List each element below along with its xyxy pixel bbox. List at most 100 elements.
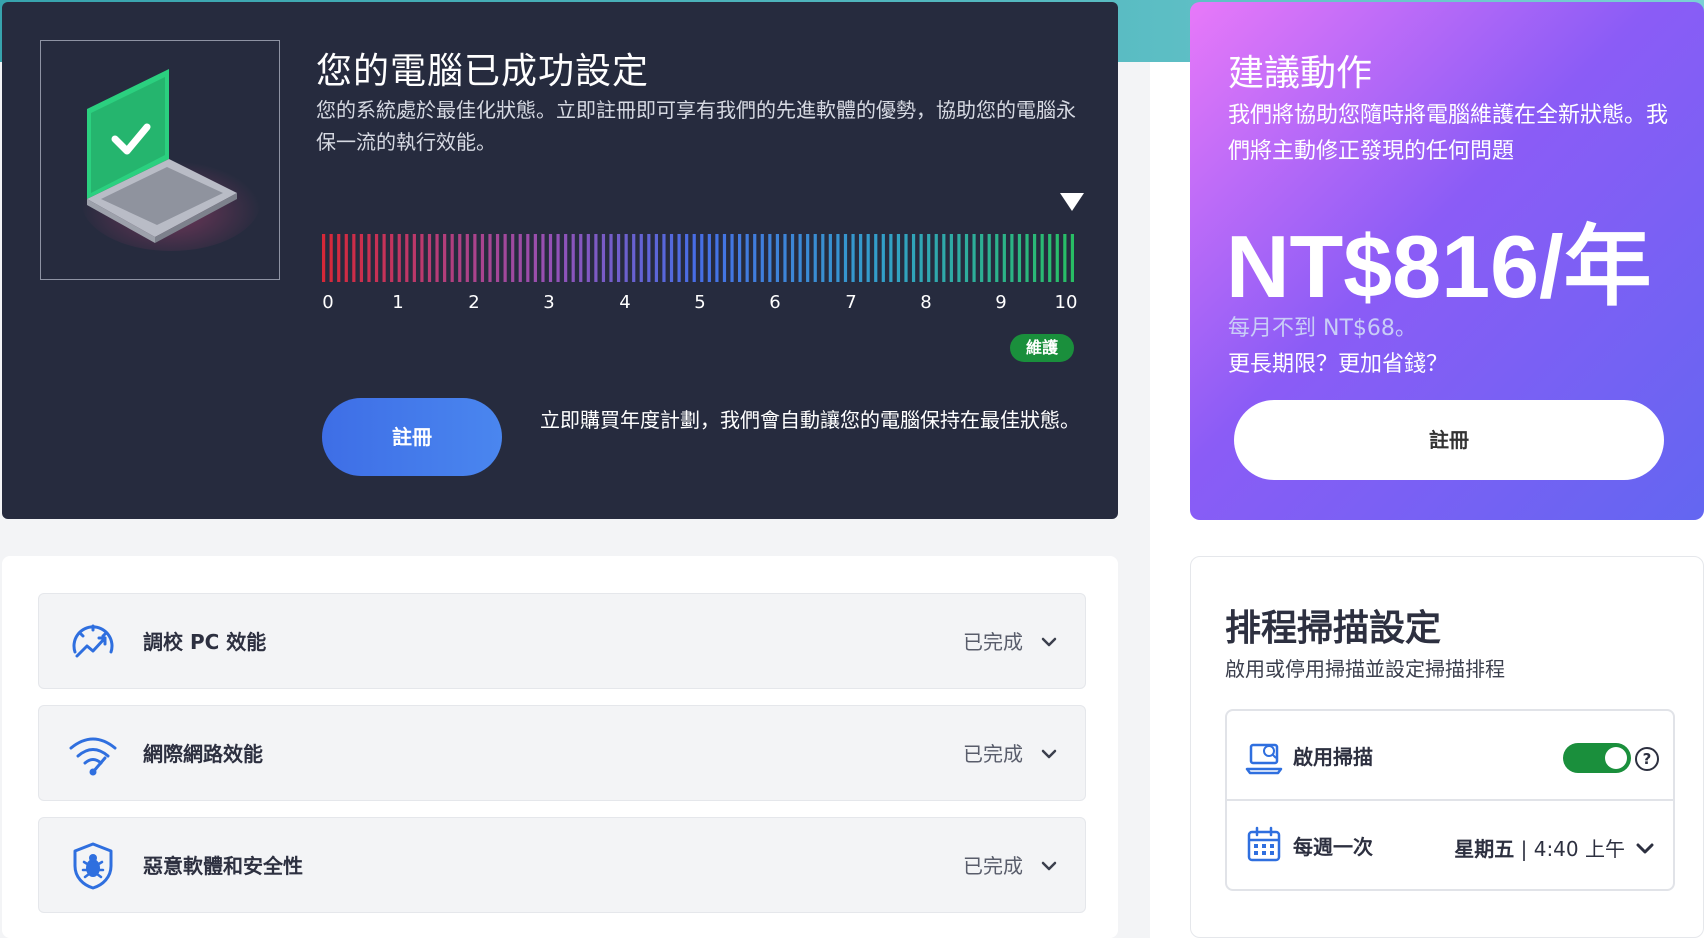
gauge-segment xyxy=(420,234,424,282)
gauge-segment xyxy=(972,234,976,282)
gauge-segment xyxy=(458,234,462,282)
gauge-segment xyxy=(1032,234,1037,282)
gauge-segment xyxy=(367,234,371,282)
shield-bug-icon xyxy=(73,842,113,890)
gauge-position-marker xyxy=(1060,193,1084,211)
gauge-segment xyxy=(821,234,825,282)
schedule-time-select[interactable]: 星期五 | 4:40 上午 xyxy=(1454,833,1625,862)
gauge-segment xyxy=(526,234,530,282)
gauge-segment xyxy=(495,234,500,282)
gauge-segment xyxy=(337,234,341,282)
gauge-segment xyxy=(647,234,651,282)
gauge-segment xyxy=(677,234,681,282)
gauge-tick-label: 8 xyxy=(920,292,932,313)
gauge-segment xyxy=(654,234,658,282)
gauge-segment xyxy=(874,234,878,282)
schedule-day: 星期五 xyxy=(1454,837,1515,861)
register-button[interactable]: 註冊 xyxy=(322,398,502,476)
recommended-action-card: 建議動作 我們將協助您隨時將電腦維護在全新狀態。我們將主動修正發現的任何問題 N… xyxy=(1190,2,1704,520)
gauge-tick-label: 4 xyxy=(619,292,631,313)
gauge-segment xyxy=(548,234,553,282)
gauge-segment xyxy=(443,234,447,282)
scheduled-scan-card: 排程掃描設定 啟用或停用掃描並設定掃描排程 啟用掃描 ? 每週一次 星期五 | … xyxy=(1190,556,1704,938)
gauge-tick-labels: 0 1 2 3 4 5 6 7 8 9 10 xyxy=(314,292,1090,316)
gauge-segment xyxy=(987,234,991,282)
gauge-segment xyxy=(427,234,432,282)
gauge-segment xyxy=(919,234,923,282)
gauge-segment xyxy=(624,234,628,282)
annual-plan-note: 立即購買年度計劃，我們會自動讓您的電腦保持在最佳狀態。 xyxy=(540,408,1080,432)
gauge-segment xyxy=(571,234,575,282)
gauge-segment xyxy=(1025,234,1029,282)
laptop-check-icon xyxy=(81,69,261,251)
chevron-down-icon[interactable] xyxy=(1039,744,1059,764)
laptop-check-illustration xyxy=(40,40,280,280)
gauge-segment xyxy=(322,234,326,282)
gauge-segment xyxy=(866,234,870,282)
list-item-malware-security[interactable]: 惡意軟體和安全性 已完成 xyxy=(38,817,1086,913)
gauge-tick-label: 2 xyxy=(468,292,480,313)
gauge-segment xyxy=(904,234,908,282)
gauge-segment xyxy=(352,234,356,282)
chevron-down-icon[interactable] xyxy=(1039,632,1059,652)
gauge-segment xyxy=(957,234,961,282)
gauge-segment xyxy=(541,234,545,282)
gauge-segment xyxy=(586,234,590,282)
gauge-segment xyxy=(859,234,863,282)
gauge-segment xyxy=(911,234,916,282)
gauge-segment xyxy=(1070,234,1074,282)
gauge-segment xyxy=(397,234,401,282)
status-badge: 維護 xyxy=(1010,334,1074,362)
gauge-segment xyxy=(707,234,711,282)
gauge-segment xyxy=(798,234,802,282)
gauge-segment xyxy=(889,234,893,282)
schedule-settings-box: 啟用掃描 ? 每週一次 星期五 | 4:40 上午 xyxy=(1225,709,1675,891)
gauge-segment xyxy=(730,234,734,282)
list-item-pc-performance[interactable]: 調校 PC 效能 已完成 xyxy=(38,593,1086,689)
toggle-knob xyxy=(1605,747,1627,769)
gauge-segment xyxy=(564,234,568,282)
gauge-segment xyxy=(828,234,832,282)
gauge-segment xyxy=(382,234,386,282)
schedule-separator: | xyxy=(1520,837,1528,861)
gauge-segment xyxy=(359,234,364,282)
gauge-segment xyxy=(465,234,469,282)
promo-register-button[interactable]: 註冊 xyxy=(1234,400,1664,480)
gauge-segment xyxy=(1055,234,1059,282)
gauge-segment xyxy=(745,234,749,282)
divider xyxy=(1227,799,1673,801)
list-item-internet-performance[interactable]: 網際網路效能 已完成 xyxy=(38,705,1086,801)
gauge-segment xyxy=(896,234,901,282)
promo-title: 建議動作 xyxy=(1228,53,1373,94)
gauge-segment xyxy=(964,234,969,282)
gauge-segment xyxy=(768,234,772,282)
gauge-segment xyxy=(609,234,613,282)
chevron-down-icon[interactable] xyxy=(1039,856,1059,876)
gauge-segment xyxy=(949,234,953,282)
gauge-segment xyxy=(344,234,348,282)
health-gauge-bar xyxy=(322,234,1074,282)
gauge-segment xyxy=(775,234,780,282)
gauge-segment xyxy=(942,234,946,282)
gauge-segment xyxy=(738,234,742,282)
gauge-segment xyxy=(980,234,984,282)
help-icon[interactable]: ? xyxy=(1635,747,1659,771)
gauge-segment xyxy=(632,234,636,282)
longer-term-link[interactable]: 更長期限？更加省錢？ xyxy=(1228,346,1448,378)
gauge-segment xyxy=(783,234,787,282)
chevron-down-icon[interactable] xyxy=(1635,839,1655,859)
enable-scan-toggle[interactable] xyxy=(1563,743,1631,773)
gauge-segment xyxy=(934,234,938,282)
gauge-segment xyxy=(1017,234,1022,282)
list-item-status: 已完成 xyxy=(963,630,1023,654)
gauge-segment xyxy=(412,234,416,282)
calendar-icon xyxy=(1247,826,1281,862)
list-item-status: 已完成 xyxy=(963,854,1023,878)
gauge-segment xyxy=(405,234,409,282)
gauge-tick-label: 1 xyxy=(392,292,404,313)
gauge-segment xyxy=(594,234,598,282)
scan-frequency-label: 每週一次 xyxy=(1293,835,1373,859)
list-item-status: 已完成 xyxy=(963,742,1023,766)
gauge-segment xyxy=(579,234,583,282)
gauge-segment xyxy=(1048,234,1052,282)
